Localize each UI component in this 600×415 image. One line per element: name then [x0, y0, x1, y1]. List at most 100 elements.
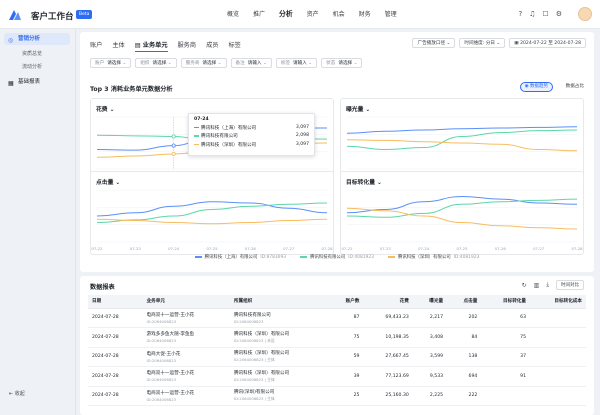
org-name: 腾讯(深圳)有限公司	[233, 390, 275, 396]
filter-1[interactable]: 组织 请选择 ⌄	[135, 58, 177, 68]
legend-item[interactable]: 腾讯科技有限公司 ID:4081923	[300, 254, 374, 260]
tooltip-row: 腾讯科技（深圳）有限公司 3,097	[194, 142, 309, 148]
filter-4[interactable]: 标签 请输入 ⌄	[275, 58, 318, 68]
column-header[interactable]: 日期	[88, 295, 143, 309]
table-row[interactable]: 2024-07-28 电商双十一运营-王小花 ID:2064006823 腾讯科技（深…	[88, 366, 586, 387]
tooltip-rows: 腾讯科技（上海）有限公司 3,097 腾讯科技有限公司 2,098 腾讯科技（深圳）有限…	[194, 125, 309, 148]
caliber-value: 广告播放口径	[417, 41, 446, 46]
series-line[interactable]	[346, 198, 578, 218]
column-header[interactable]: 账户数	[329, 295, 364, 309]
tab-2[interactable]: ▤ 业务单元	[134, 40, 168, 52]
unit-name[interactable]: 电商大促-王小花	[147, 351, 226, 357]
legend-item[interactable]: 腾讯科技（上海）有限公司 ID:8783693	[194, 254, 286, 260]
cell-cost: 77,123.69	[363, 366, 413, 387]
time-compare-button[interactable]: 时间对比	[556, 280, 584, 290]
series-line[interactable]	[346, 207, 578, 230]
filter-5[interactable]: 状态 请选择 ⌄	[321, 58, 363, 68]
filter-value: 请选择	[202, 61, 217, 66]
nav-item-3[interactable]: 资产	[300, 0, 326, 29]
date-range-picker[interactable]: ▣ 2024-07-22 至 2024-07-28	[509, 38, 586, 48]
bell-icon[interactable]: ♫	[529, 10, 535, 18]
cell-clicks: 84	[447, 327, 482, 348]
cell-unit: 电商大促-王小花 ID:2064006823	[142, 347, 230, 367]
column-header[interactable]: 目标转化量	[481, 295, 530, 309]
toggle-share[interactable]: 数据占比	[566, 83, 584, 89]
column-header[interactable]: 曝光量	[412, 295, 448, 309]
tab-5[interactable]: 标签	[228, 40, 240, 52]
unit-name[interactable]: 电商双十一运营-王小花	[147, 312, 226, 318]
sidebar: ◎ 营销分析 资质总览 流动分析 ▦ 基础报表 ⇤ 收起	[0, 29, 76, 415]
filter-3[interactable]: 备注 请输入 ⌄	[230, 58, 272, 68]
filter-0[interactable]: 账户 请选择 ⌄	[90, 58, 132, 68]
caliber-select[interactable]: 广告播放口径 ⌄	[412, 38, 456, 48]
sidebar-subitem-qualification[interactable]: 资质总览	[22, 50, 42, 57]
chart-panel-conversions: 目标转化量 ⌄ 07-22 07-23 07-24 07-25 07-26 07-27 07…	[340, 171, 584, 255]
unit-name[interactable]: 电商双十一运营-王小花	[147, 390, 226, 396]
nav-item-2[interactable]: 分析	[272, 0, 300, 29]
nav-item-0[interactable]: 概览	[220, 0, 246, 29]
filter-bar: 账户 请选择 ⌄ 组织 请选择 ⌄ 服务商 请选择 ⌄ 备注 请输入 ⌄ 标签 请输入 ⌄ 状态 请选…	[90, 58, 363, 68]
column-header[interactable]: 点击量	[447, 295, 482, 309]
unit-name[interactable]: 游戏多多鱼大随-李鱼鱼	[147, 331, 226, 337]
refresh-icon[interactable]: ↻	[522, 282, 527, 289]
column-header[interactable]: 花费	[363, 295, 413, 309]
sidebar-item-label: 营销分析	[18, 36, 41, 42]
org-name: 腾讯科技（深圳）有限公司	[233, 331, 290, 337]
cell-accounts: 25	[329, 386, 364, 406]
cell-clicks: 202	[447, 308, 482, 328]
help-icon[interactable]: ?	[518, 10, 522, 18]
chevron-down-icon: ⌄	[306, 61, 313, 66]
sidebar-item-marketing-analysis[interactable]: ◎ 营销分析	[4, 33, 70, 45]
download-icon[interactable]: ⤓	[546, 281, 549, 289]
table-row[interactable]: 2024-07-28 电商双十一运营-王小花 ID:2064006823 腾讯科技有限…	[88, 308, 586, 328]
series-line[interactable]	[346, 129, 578, 151]
x-tick-label: 07-28	[321, 246, 333, 251]
cell-conversions: 91	[481, 366, 530, 387]
hover-point[interactable]	[171, 143, 176, 148]
cell-cpa	[530, 308, 586, 328]
tab-4[interactable]: 成员	[206, 40, 218, 52]
column-header[interactable]: 所属组织	[229, 295, 330, 309]
column-header[interactable]: 目标转化成本	[530, 295, 586, 309]
unit-id: ID:2064006823	[146, 357, 177, 363]
sidebar-item-basic-report[interactable]: ▦ 基础报表	[4, 76, 70, 88]
tab-3[interactable]: 服务商	[178, 40, 197, 52]
sidebar-subitem-flow[interactable]: 流动分析	[22, 63, 42, 70]
report-table: 日期 业务单元 所属组织 账户数 花费 曝光量 点击量 目标转化量 目标转化成本 2024-07…	[88, 295, 586, 406]
filter-2[interactable]: 服务商 请选择 ⌄	[180, 58, 227, 68]
x-tick-label: 07-24	[168, 246, 180, 251]
avatar[interactable]	[578, 7, 592, 21]
tab-1[interactable]: 主体	[112, 40, 124, 52]
cell-conversions: 63	[481, 308, 530, 328]
table-row[interactable]: 2024-07-28 电商双十一运营-王小花 ID:2064006823 腾讯(深圳)…	[88, 386, 586, 406]
table-row[interactable]: 2024-07-28 电商大促-王小花 ID:2064006823 腾讯科技（深圳）有…	[88, 347, 586, 367]
nav-item-6[interactable]: 管理	[378, 0, 404, 29]
table-row[interactable]: 2024-07-28 游戏多多鱼大随-李鱼鱼 ID:2064006823 腾讯科技（深…	[88, 327, 586, 348]
series-line[interactable]	[346, 126, 578, 134]
nav-item-4[interactable]: 机会	[326, 0, 352, 29]
granularity-select[interactable]: 时间维度: 分日 ⌄	[459, 38, 506, 48]
right-filters: 广告播放口径 ⌄ 时间维度: 分日 ⌄ ▣ 2024-07-22 至 2024-…	[412, 38, 586, 48]
nav-item-5[interactable]: 财务	[352, 0, 378, 29]
filter-value: 请选择	[107, 61, 121, 66]
column-header[interactable]: 业务单元	[142, 295, 230, 309]
hover-point[interactable]	[171, 152, 176, 157]
unit-id: ID:2064006823	[146, 396, 177, 402]
toggle-trend[interactable]: ◉ 数据趋势	[519, 82, 553, 92]
x-tick-label: 07-26	[245, 246, 257, 251]
columns-icon[interactable]: ▥	[534, 282, 540, 289]
settings-icon[interactable]: ⚙	[556, 10, 562, 18]
lock-icon[interactable]: ☐	[542, 10, 548, 18]
nav-item-1[interactable]: 推广	[246, 0, 272, 29]
filter-label: 服务商	[185, 61, 200, 66]
unit-name[interactable]: 电商双十一运营-王小花	[147, 370, 226, 376]
conversions-line-chart[interactable]: 07-22 07-23 07-24 07-25 07-26 07-27 07-28	[341, 172, 585, 256]
table-icon: ▦	[8, 80, 14, 87]
tab-0[interactable]: 账户	[90, 40, 102, 52]
cell-date: 2024-07-28	[88, 327, 143, 348]
collapse-button[interactable]: ⇤ 收起	[9, 390, 25, 397]
legend-item[interactable]: 腾讯科技（深圳）有限公司 ID:4081923	[387, 254, 479, 260]
hover-point[interactable]	[171, 134, 176, 139]
unit-id: ID:2064006823	[146, 338, 177, 344]
clicks-line-chart[interactable]: 07-22 07-23 07-24 07-25 07-26 07-27 07-28	[91, 172, 335, 256]
